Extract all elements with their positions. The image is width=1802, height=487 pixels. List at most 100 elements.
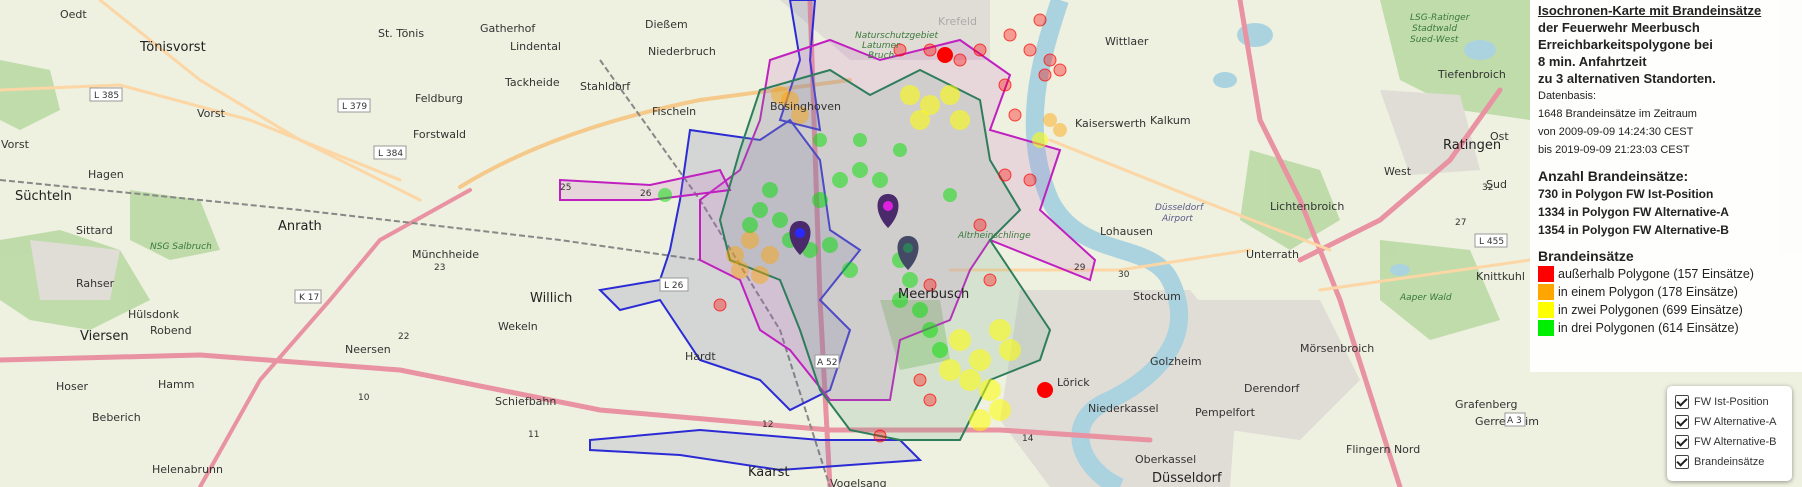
info-title-line-5: zu 3 alternativen Standorten. <box>1538 71 1716 86</box>
town-stahldorf: Stahldorf <box>580 80 631 93</box>
legend-label: in drei Polygonen (614 Einsätze) <box>1558 321 1739 335</box>
checkbox-checked-icon[interactable] <box>1675 435 1689 449</box>
town-hardt: Hardt <box>685 350 716 363</box>
legend-label: außerhalb Polygone (157 Einsätze) <box>1558 267 1754 281</box>
town-forstwald: Forstwald <box>413 128 466 141</box>
polygon-count-alt-b: 1354 in Polygon FW Alternative-B <box>1538 223 1729 237</box>
town-suechteln: Süchteln <box>15 189 72 204</box>
town-niederkassel: Niederkassel <box>1088 402 1159 415</box>
svg-text:23: 23 <box>434 263 445 273</box>
checkbox-checked-icon[interactable] <box>1675 415 1689 429</box>
town-lohausen: Lohausen <box>1100 225 1153 238</box>
town-beberich: Beberich <box>92 411 141 424</box>
town-knittkuhl: Knittkuhl <box>1476 270 1525 283</box>
town-muenchheide: Münchheide <box>412 248 479 261</box>
town-huelsdonk: Hülsdonk <box>128 308 180 321</box>
town-vorst: Vorst <box>197 107 226 120</box>
to-line: bis 2019-09-09 21:23:03 CEST <box>1538 144 1690 156</box>
town-anrath: Anrath <box>278 219 322 234</box>
town-robend: Robend <box>150 324 192 337</box>
svg-text:30: 30 <box>1118 270 1130 280</box>
town-loerick: Lörick <box>1057 376 1090 389</box>
town-rahser: Rahser <box>76 277 115 290</box>
legend-item: in zwei Polygonen (699 Einsätze) <box>1538 301 1802 319</box>
town-ost: Ost <box>1490 130 1509 143</box>
town-oedt: Oedt <box>60 8 87 21</box>
layer-toggle-ist[interactable]: FW Ist-Position <box>1675 392 1784 412</box>
town-unterrath: Unterrath <box>1246 248 1299 261</box>
legend-swatch-green <box>1538 320 1554 336</box>
info-title-line-2: der Feuerwehr Meerbusch <box>1538 20 1700 35</box>
svg-text:32: 32 <box>1482 183 1493 193</box>
town-tiefenbroich: Tiefenbroich <box>1437 68 1506 81</box>
layer-label: FW Ist-Position <box>1694 396 1769 408</box>
svg-text:L 384: L 384 <box>378 149 403 159</box>
info-title-line-4: 8 min. Anfahrtzeit <box>1538 54 1647 69</box>
town-stockum: Stockum <box>1133 290 1181 303</box>
layer-label: FW Alternative-A <box>1694 416 1777 428</box>
town-vorst-west: Vorst <box>1 138 30 151</box>
checkbox-checked-icon[interactable] <box>1675 395 1689 409</box>
town-schiefbahn: Schiefbahn <box>495 395 556 408</box>
svg-text:14: 14 <box>1022 434 1034 444</box>
svg-text:A 52: A 52 <box>817 358 837 368</box>
town-meerbusch: Meerbusch <box>898 287 969 302</box>
from-line: von 2009-09-09 14:24:30 CEST <box>1538 126 1694 138</box>
town-wittlaer: Wittlaer <box>1105 35 1149 48</box>
layer-label: FW Alternative-B <box>1694 436 1777 448</box>
svg-text:29: 29 <box>1074 263 1086 273</box>
town-niederbruch: Niederbruch <box>648 45 716 58</box>
town-golzheim: Golzheim <box>1150 355 1202 368</box>
town-hamm: Hamm <box>158 378 194 391</box>
poi-airport: Düsseldorf <box>1155 203 1205 213</box>
svg-text:L 385: L 385 <box>94 91 119 101</box>
svg-text:11: 11 <box>528 430 539 440</box>
town-gatherhof: Gatherhof <box>480 22 536 35</box>
info-title-line-3: Erreichbarkeitspolygone bei <box>1538 37 1713 52</box>
legend-swatch-orange <box>1538 284 1554 300</box>
count-line: 1648 Brandeinsätze im Zeitraum <box>1538 108 1697 120</box>
datenbasis-label: Datenbasis: <box>1538 90 1597 102</box>
town-krefeld: Krefeld <box>938 15 977 28</box>
town-vogelsang: Vogelsang <box>830 477 887 487</box>
checkbox-checked-icon[interactable] <box>1675 455 1689 469</box>
info-panel: Isochronen-Karte mit Brandeinsätze der F… <box>1530 0 1802 372</box>
svg-text:L 379: L 379 <box>342 102 367 112</box>
town-sittard: Sittard <box>76 224 113 237</box>
town-lindental: Lindental <box>510 40 561 53</box>
legend-header: Brandeinsätze <box>1538 248 1634 264</box>
town-grafenberg: Grafenberg <box>1455 398 1517 411</box>
poi-lsg: LSG-Ratinger <box>1410 13 1471 23</box>
legend-swatch-red <box>1538 266 1554 282</box>
svg-text:Bruch: Bruch <box>868 51 895 61</box>
polygon-count-alt-a: 1334 in Polygon FW Alternative-A <box>1538 205 1729 219</box>
town-feldburg: Feldburg <box>415 92 463 105</box>
svg-text:Stadtwald: Stadtwald <box>1412 24 1457 34</box>
polygon-count-ist: 730 in Polygon FW Ist-Position <box>1538 187 1714 201</box>
svg-text:22: 22 <box>398 332 409 342</box>
svg-text:Latumer: Latumer <box>862 41 901 51</box>
town-neersen: Neersen <box>345 343 391 356</box>
town-flingern-nord: Flingern Nord <box>1346 443 1420 456</box>
svg-text:L 26: L 26 <box>664 281 684 291</box>
town-derendorf: Derendorf <box>1244 382 1300 395</box>
town-toenisvorst: Tönisvorst <box>139 40 206 55</box>
town-kalkum: Kalkum <box>1150 114 1191 127</box>
svg-text:25: 25 <box>560 183 571 193</box>
town-hoser: Hoser <box>56 380 89 393</box>
legend-swatch-yellow <box>1538 302 1554 318</box>
layer-toggle-alt-a[interactable]: FW Alternative-A <box>1675 412 1784 432</box>
legend-label: in zwei Polygonen (699 Einsätze) <box>1558 303 1743 317</box>
town-west: West <box>1384 165 1412 178</box>
layer-control: FW Ist-Position FW Alternative-A FW Alte… <box>1667 386 1792 481</box>
town-viersen: Viersen <box>80 329 129 344</box>
legend-label: in einem Polygon (178 Einsätze) <box>1558 285 1738 299</box>
svg-text:Sued-West: Sued-West <box>1410 35 1459 45</box>
town-kaiserswerth: Kaiserswerth <box>1075 117 1146 130</box>
svg-text:L 455: L 455 <box>1479 237 1504 247</box>
layer-toggle-alt-b[interactable]: FW Alternative-B <box>1675 432 1784 452</box>
layer-toggle-brandeinsaetze[interactable]: Brandeinsätze <box>1675 452 1784 472</box>
info-title: Isochronen-Karte mit Brandeinsätze <box>1538 3 1762 18</box>
svg-text:Airport: Airport <box>1161 214 1193 224</box>
poi-salbruch: NSG Salbruch <box>150 242 212 252</box>
